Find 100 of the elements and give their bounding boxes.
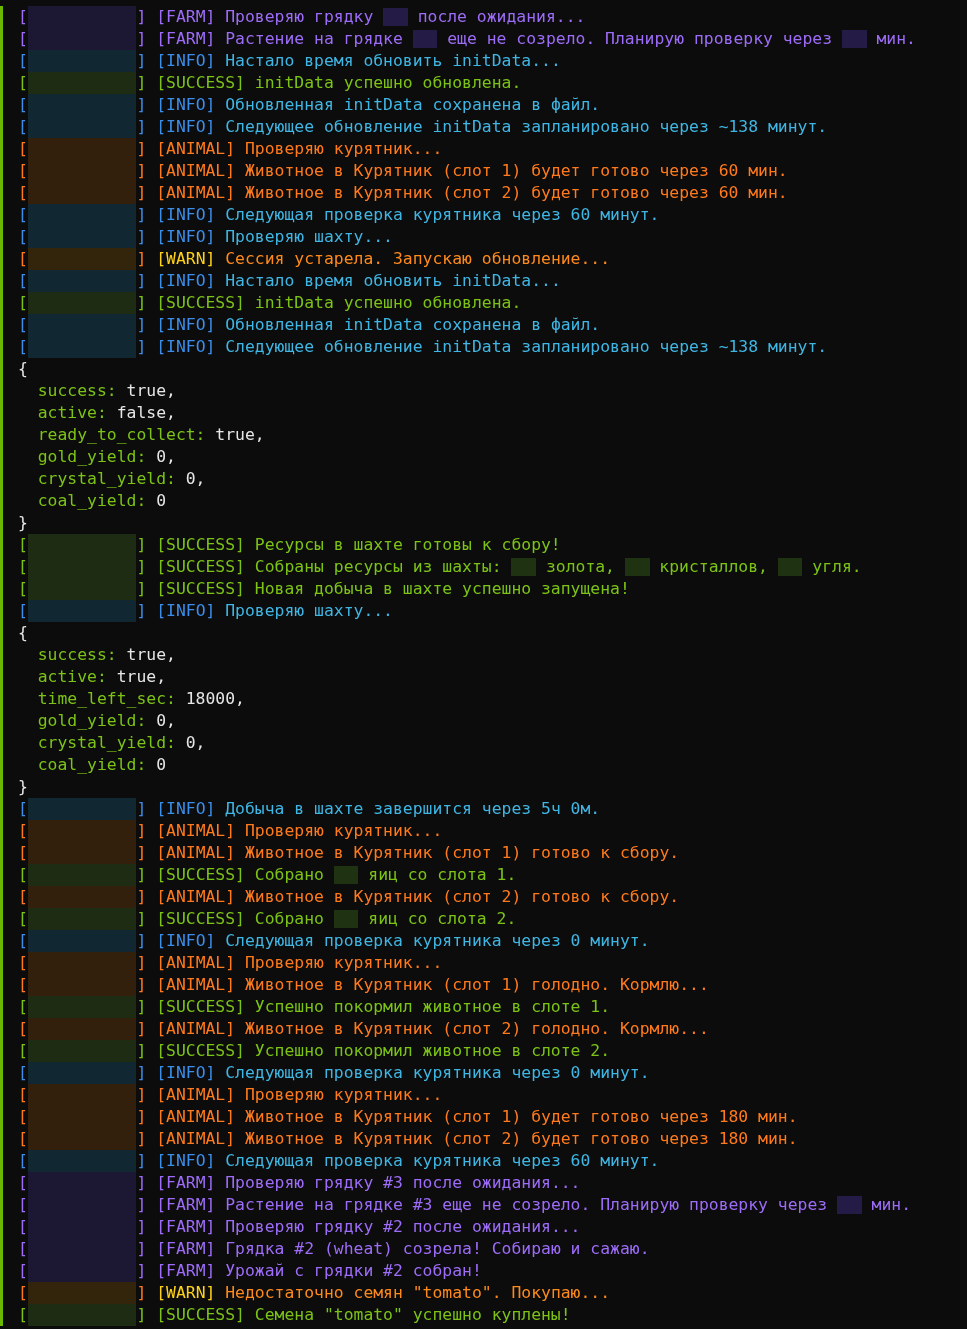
- bracket: ]: [136, 578, 147, 600]
- bracket: ]: [136, 226, 147, 248]
- redacted-block: [777, 558, 803, 576]
- bracket: ]: [136, 600, 147, 622]
- log-tag: [FARM]: [156, 1194, 216, 1216]
- bracket: [: [18, 1260, 28, 1282]
- log-tag: [INFO]: [156, 314, 216, 336]
- bracket: ]: [136, 248, 147, 270]
- bracket: [: [18, 1018, 28, 1040]
- bracket: ]: [136, 1216, 147, 1238]
- json-key: ready_to_collect:: [37, 424, 206, 446]
- bracket: [: [18, 600, 28, 622]
- bracket: [: [18, 226, 28, 248]
- log-message: initData успешно обновлена.: [254, 292, 522, 314]
- bracket: ]: [136, 72, 147, 94]
- bracket: [: [18, 182, 28, 204]
- log-message: Обновленная initData сохранена в файл.: [225, 94, 601, 116]
- log-message: Животное в Курятник (слот 1) будет готово через 180 мин.: [244, 1106, 798, 1128]
- bracket: ]: [136, 974, 147, 996]
- log-tag: [INFO]: [156, 116, 216, 138]
- bracket: ]: [136, 28, 147, 50]
- bracket: [: [18, 1172, 28, 1194]
- log-message: Новая добыча в шахте успешно запущена!: [254, 578, 630, 600]
- redacted-block: [333, 866, 359, 884]
- log-message: угля.: [812, 556, 862, 578]
- bracket: ]: [136, 182, 147, 204]
- log-tag: [FARM]: [156, 6, 216, 28]
- bracket: ]: [136, 952, 147, 974]
- bracket: [: [18, 534, 28, 556]
- bracket: [: [18, 160, 28, 182]
- bracket: ]: [136, 996, 147, 1018]
- log-tag: [FARM]: [156, 1216, 216, 1238]
- log-tag: [INFO]: [156, 798, 216, 820]
- log-message: Проверяю курятник...: [244, 820, 443, 842]
- redacted-block: [624, 558, 650, 576]
- log-message: Проверяю грядку: [225, 6, 374, 28]
- log-message: Настало время обновить initData...: [225, 270, 561, 292]
- log-tag: [ANIMAL]: [156, 886, 236, 908]
- json-key: crystal_yield:: [37, 732, 176, 754]
- bracket: [: [18, 336, 28, 358]
- json-brace: {: [18, 358, 28, 380]
- bracket: [: [18, 6, 28, 28]
- log-tag: [WARN]: [156, 1282, 216, 1304]
- bracket: ]: [136, 908, 147, 930]
- json-value: 0: [156, 490, 167, 512]
- log-tag: [ANIMAL]: [156, 952, 236, 974]
- log-tag: [ANIMAL]: [156, 1128, 236, 1150]
- json-brace: {: [18, 622, 28, 644]
- bracket: [: [18, 28, 28, 50]
- bracket: [: [18, 930, 28, 952]
- json-value: 0,: [185, 468, 206, 490]
- bracket: ]: [136, 798, 147, 820]
- log-tag: [ANIMAL]: [156, 1018, 236, 1040]
- bracket: [: [18, 1194, 28, 1216]
- bracket: [: [18, 952, 28, 974]
- log-message: мин.: [871, 1194, 912, 1216]
- json-value: true,: [116, 666, 166, 688]
- log-message: initData успешно обновлена.: [254, 72, 522, 94]
- bracket: ]: [136, 1238, 147, 1260]
- log-tag: [INFO]: [156, 270, 216, 292]
- bracket: [: [18, 864, 28, 886]
- bracket: [: [18, 292, 28, 314]
- log-tag: [INFO]: [156, 930, 216, 952]
- log-tag: [INFO]: [156, 336, 216, 358]
- bracket: ]: [136, 534, 147, 556]
- log-message: Собрано: [254, 864, 324, 886]
- bracket: ]: [136, 116, 147, 138]
- log-tag: [INFO]: [156, 204, 216, 226]
- log-message: Животное в Курятник (слот 2) будет готово через 180 мин.: [244, 1128, 798, 1150]
- log-tag: [SUCCESS]: [156, 556, 245, 578]
- json-key: success:: [37, 380, 117, 402]
- bracket: ]: [136, 556, 147, 578]
- bracket: [: [18, 270, 28, 292]
- log-tag: [INFO]: [156, 1062, 216, 1084]
- bracket: ]: [136, 1018, 147, 1040]
- bracket: [: [18, 1282, 28, 1304]
- log-message: Успешно покормил животное в слоте 2.: [254, 1040, 611, 1062]
- bracket: ]: [136, 292, 147, 314]
- log-message: мин.: [876, 28, 916, 50]
- log-message: Проверяю курятник...: [244, 952, 443, 974]
- bracket: ]: [136, 1040, 147, 1062]
- json-value: true,: [126, 380, 176, 402]
- log-message: Следующее обновление initData запланировано через ~138 минут.: [225, 336, 828, 358]
- log-tag: [FARM]: [156, 1260, 216, 1282]
- json-value: 0: [156, 754, 167, 776]
- log-tag: [ANIMAL]: [156, 182, 236, 204]
- log-tag: [ANIMAL]: [156, 1106, 236, 1128]
- bracket: ]: [136, 930, 147, 952]
- log-tag: [INFO]: [156, 1150, 216, 1172]
- log-message: Проверяю курятник...: [244, 138, 443, 160]
- json-key: active:: [37, 402, 107, 424]
- log-message: Проверяю грядку #2 после ожидания...: [225, 1216, 581, 1238]
- json-value: true,: [215, 424, 265, 446]
- log-message: кристаллов,: [659, 556, 768, 578]
- log-message: Животное в Курятник (слот 1) голодно. Кормлю...: [244, 974, 709, 996]
- redacted-block: [511, 558, 537, 576]
- json-key: coal_yield:: [37, 754, 147, 776]
- json-value: 0,: [156, 446, 176, 468]
- bracket: [: [18, 886, 28, 908]
- log-message: Обновленная initData сохранена в файл.: [225, 314, 601, 336]
